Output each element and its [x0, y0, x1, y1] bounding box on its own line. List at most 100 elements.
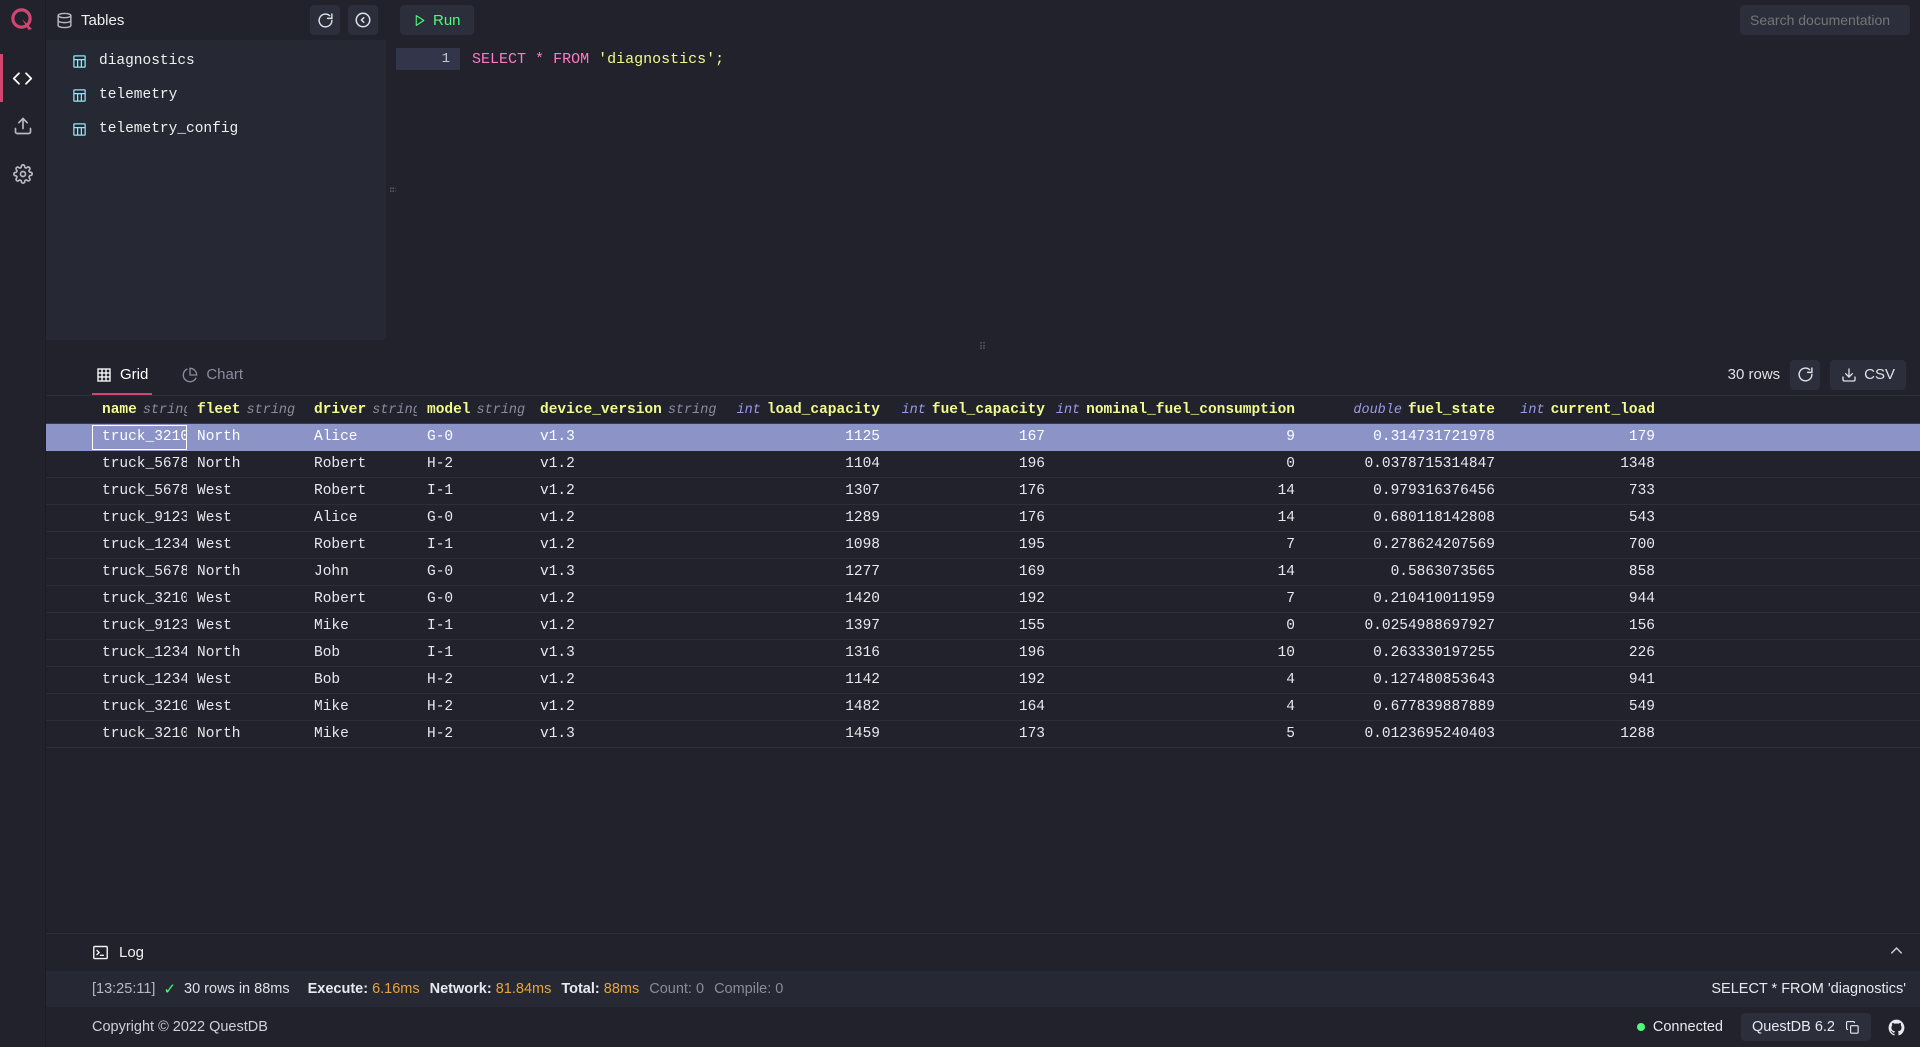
cell-current_load[interactable]: 941	[1505, 672, 1665, 688]
cell-current_load[interactable]: 543	[1505, 510, 1665, 526]
cell-fuel_capacity[interactable]: 173	[890, 726, 1055, 742]
cell-nominal_fuel_consumption[interactable]: 7	[1055, 537, 1305, 553]
cell-name[interactable]: truck_3210	[92, 726, 187, 742]
cell-fuel_state[interactable]: 0.677839887889	[1305, 699, 1505, 715]
cell-nominal_fuel_consumption[interactable]: 0	[1055, 456, 1305, 472]
refresh-results-button[interactable]	[1790, 360, 1820, 390]
cell-nominal_fuel_consumption[interactable]: 5	[1055, 726, 1305, 742]
cell-fleet[interactable]: West	[187, 537, 304, 553]
cell-load_capacity[interactable]: 1459	[730, 726, 890, 742]
cell-fuel_state[interactable]: 0.5863073565	[1305, 564, 1505, 580]
cell-current_load[interactable]: 1348	[1505, 456, 1665, 472]
cell-fuel_capacity[interactable]: 176	[890, 483, 1055, 499]
cell-driver[interactable]: Robert	[304, 537, 417, 553]
vertical-splitter[interactable]: ⠿	[386, 40, 396, 340]
cell-fuel_state[interactable]: 0.127480853643	[1305, 672, 1505, 688]
cell-model[interactable]: I-1	[417, 618, 530, 634]
cell-device_version[interactable]: v1.2	[530, 618, 730, 634]
cell-fuel_capacity[interactable]: 196	[890, 645, 1055, 661]
cell-nominal_fuel_consumption[interactable]: 4	[1055, 699, 1305, 715]
cell-model[interactable]: H-2	[417, 456, 530, 472]
column-header-driver[interactable]: driverstring	[304, 402, 417, 418]
column-header-current_load[interactable]: intcurrent_load	[1505, 402, 1665, 418]
cell-name[interactable]: truck_1234	[92, 672, 187, 688]
table-item-telemetry[interactable]: telemetry	[46, 78, 386, 112]
cell-model[interactable]: H-2	[417, 699, 530, 715]
cell-fuel_state[interactable]: 0.278624207569	[1305, 537, 1505, 553]
cell-driver[interactable]: Mike	[304, 699, 417, 715]
cell-fleet[interactable]: North	[187, 456, 304, 472]
cell-fuel_state[interactable]: 0.314731721978	[1305, 429, 1505, 445]
cell-fuel_capacity[interactable]: 196	[890, 456, 1055, 472]
cell-fuel_capacity[interactable]: 167	[890, 429, 1055, 445]
cell-nominal_fuel_consumption[interactable]: 7	[1055, 591, 1305, 607]
cell-load_capacity[interactable]: 1142	[730, 672, 890, 688]
refresh-tables-button[interactable]	[310, 5, 340, 35]
horizontal-splitter[interactable]: ⠿	[46, 340, 1920, 354]
cell-model[interactable]: G-0	[417, 591, 530, 607]
cell-driver[interactable]: Bob	[304, 672, 417, 688]
table-row[interactable]: truck_3210WestMikeH-2v1.2148216440.67783…	[46, 694, 1920, 721]
cell-fleet[interactable]: North	[187, 645, 304, 661]
cell-current_load[interactable]: 700	[1505, 537, 1665, 553]
table-row[interactable]: truck_3210NorthMikeH-2v1.3145917350.0123…	[46, 721, 1920, 748]
cell-driver[interactable]: Robert	[304, 456, 417, 472]
cell-device_version[interactable]: v1.2	[530, 591, 730, 607]
cell-driver[interactable]: Robert	[304, 483, 417, 499]
cell-driver[interactable]: Bob	[304, 645, 417, 661]
table-item-telemetry-config[interactable]: telemetry_config	[46, 112, 386, 146]
cell-device_version[interactable]: v1.2	[530, 537, 730, 553]
table-row[interactable]: truck_3210NorthAliceG-0v1.3112516790.314…	[46, 424, 1920, 451]
cell-device_version[interactable]: v1.3	[530, 429, 730, 445]
log-toggle[interactable]: Log	[92, 944, 144, 961]
cell-model[interactable]: I-1	[417, 483, 530, 499]
cell-fuel_capacity[interactable]: 192	[890, 591, 1055, 607]
cell-nominal_fuel_consumption[interactable]: 14	[1055, 510, 1305, 526]
table-row[interactable]: truck_5678NorthJohnG-0v1.31277169140.586…	[46, 559, 1920, 586]
cell-model[interactable]: G-0	[417, 564, 530, 580]
cell-current_load[interactable]: 549	[1505, 699, 1665, 715]
cell-model[interactable]: I-1	[417, 645, 530, 661]
table-row[interactable]: truck_3210WestRobertG-0v1.2142019270.210…	[46, 586, 1920, 613]
column-header-name[interactable]: namestring	[92, 402, 187, 418]
results-grid-wrapper[interactable]: namestringfleetstringdriverstringmodelst…	[46, 396, 1920, 933]
cell-fuel_state[interactable]: 0.210410011959	[1305, 591, 1505, 607]
column-header-model[interactable]: modelstring	[417, 402, 530, 418]
cell-fuel_capacity[interactable]: 164	[890, 699, 1055, 715]
cell-fuel_capacity[interactable]: 155	[890, 618, 1055, 634]
column-header-load_capacity[interactable]: intload_capacity	[730, 402, 890, 418]
column-header-device_version[interactable]: device_versionstring	[530, 402, 730, 418]
column-header-fuel_state[interactable]: doublefuel_state	[1305, 402, 1505, 418]
cell-nominal_fuel_consumption[interactable]: 14	[1055, 564, 1305, 580]
sql-editor[interactable]: 1 SELECT * FROM 'diagnostics';	[396, 40, 1920, 340]
table-row[interactable]: truck_5678NorthRobertH-2v1.2110419600.03…	[46, 451, 1920, 478]
cell-fleet[interactable]: West	[187, 672, 304, 688]
cell-current_load[interactable]: 733	[1505, 483, 1665, 499]
cell-load_capacity[interactable]: 1098	[730, 537, 890, 553]
cell-device_version[interactable]: v1.2	[530, 699, 730, 715]
github-link[interactable]	[1887, 1018, 1906, 1037]
cell-load_capacity[interactable]: 1289	[730, 510, 890, 526]
cell-name[interactable]: truck_9123	[92, 618, 187, 634]
table-row[interactable]: truck_5678WestRobertI-1v1.21307176140.97…	[46, 478, 1920, 505]
cell-driver[interactable]: Alice	[304, 429, 417, 445]
cell-fuel_state[interactable]: 0.0378715314847	[1305, 456, 1505, 472]
cell-current_load[interactable]: 858	[1505, 564, 1665, 580]
cell-device_version[interactable]: v1.3	[530, 726, 730, 742]
table-row[interactable]: truck_1234WestRobertI-1v1.2109819570.278…	[46, 532, 1920, 559]
cell-model[interactable]: G-0	[417, 510, 530, 526]
cell-name[interactable]: truck_1234	[92, 645, 187, 661]
cell-fuel_state[interactable]: 0.979316376456	[1305, 483, 1505, 499]
cell-current_load[interactable]: 1288	[1505, 726, 1665, 742]
tab-chart[interactable]: Chart	[178, 354, 247, 395]
chevron-up-icon[interactable]	[1887, 941, 1906, 965]
cell-driver[interactable]: Mike	[304, 726, 417, 742]
cell-fuel_state[interactable]: 0.263330197255	[1305, 645, 1505, 661]
cell-load_capacity[interactable]: 1125	[730, 429, 890, 445]
cell-load_capacity[interactable]: 1482	[730, 699, 890, 715]
cell-name[interactable]: truck_9123	[92, 510, 187, 526]
version-badge[interactable]: QuestDB 6.2	[1741, 1013, 1871, 1041]
cell-current_load[interactable]: 156	[1505, 618, 1665, 634]
table-item-diagnostics[interactable]: diagnostics	[46, 44, 386, 78]
cell-fleet[interactable]: West	[187, 699, 304, 715]
